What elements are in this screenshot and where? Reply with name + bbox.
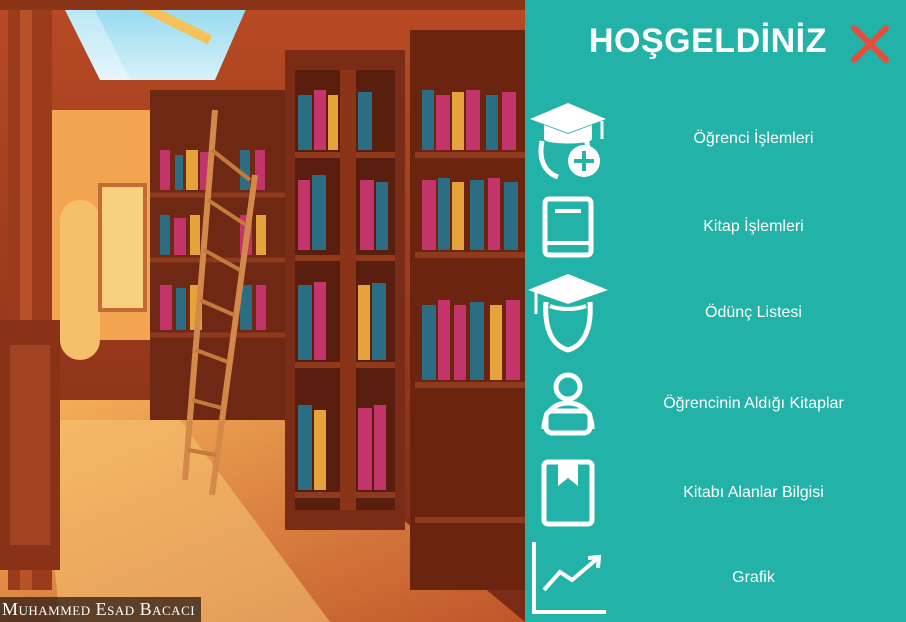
student-add-icon: [525, 99, 611, 179]
menu-label: Kitabı Alanlar Bilgisi: [683, 484, 824, 501]
welcome-title: HOŞGELDİNİZ: [589, 22, 827, 60]
menu-item-student-borrowed-books[interactable]: Öğrencinin Aldığı Kitaplar: [525, 368, 906, 440]
menu-label: Kitap İşlemleri: [703, 218, 804, 235]
main-menu-panel: HOŞGELDİNİZ Öğrenci İşlemleri Kitap İşle…: [525, 0, 906, 622]
close-x-icon: [851, 25, 889, 63]
menu-label: Ödünç Listesi: [705, 304, 802, 321]
menu-item-student-operations[interactable]: Öğrenci İşlemleri: [525, 98, 906, 180]
menu-label: Grafik: [732, 569, 775, 586]
menu-item-chart[interactable]: Grafik: [525, 540, 906, 616]
menu-item-book-operations[interactable]: Kitap İşlemleri: [525, 192, 906, 262]
close-button[interactable]: [850, 24, 890, 64]
menu-item-borrowers-info[interactable]: Kitabı Alanlar Bilgisi: [525, 456, 906, 530]
author-credit: Muhammed Esad Bacacı: [0, 597, 202, 622]
menu-item-loan-list[interactable]: Ödünç Listesi: [525, 272, 906, 354]
menu-label: Öğrenci İşlemleri: [693, 130, 814, 147]
graduate-icon: [525, 272, 611, 354]
menu-label: Öğrencinin Aldığı Kitaplar: [663, 395, 844, 412]
reader-icon: [525, 371, 611, 437]
bookmark-book-icon: [525, 458, 611, 528]
library-illustration: [0, 0, 525, 622]
book-icon: [525, 195, 611, 259]
chart-icon: [525, 540, 611, 616]
